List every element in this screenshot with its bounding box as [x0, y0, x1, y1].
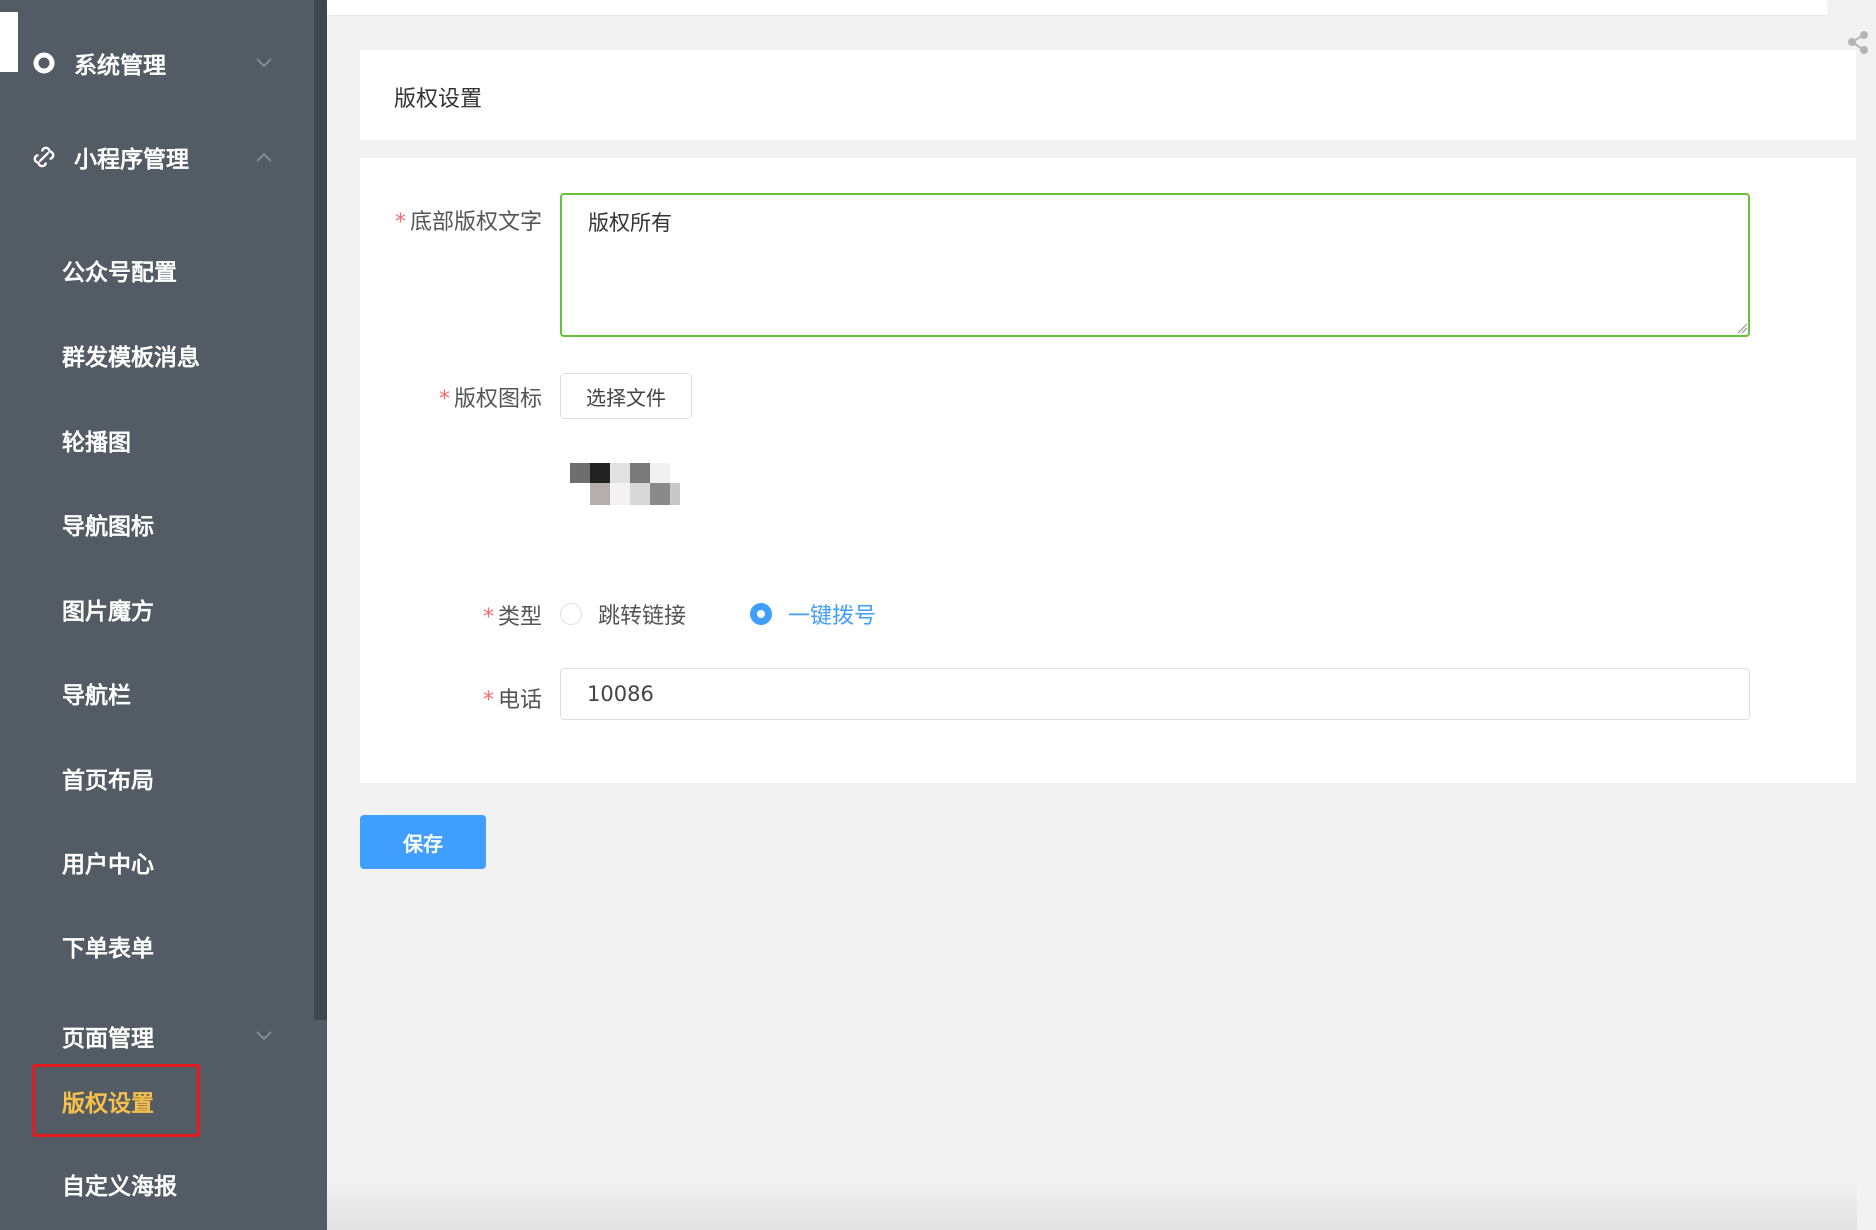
sidebar-item-nav-icons[interactable]: 导航图标 — [0, 494, 310, 554]
chevron-up-icon — [256, 152, 272, 162]
type-label: * 类型 — [382, 599, 542, 631]
sidebar-item-label: 下单表单 — [62, 936, 154, 962]
save-button[interactable]: 保存 — [360, 815, 486, 869]
label-text: 类型 — [497, 605, 542, 630]
radio-label: 一键拨号 — [788, 604, 877, 629]
choose-file-button[interactable]: 选择文件 — [560, 373, 692, 419]
sidebar-item-custom-poster[interactable]: 自定义海报 — [0, 1154, 310, 1214]
sidebar-item-order-form[interactable]: 下单表单 — [0, 916, 310, 976]
bottom-shade — [327, 1180, 1857, 1230]
label-text: 底部版权文字 — [409, 210, 542, 235]
phone-label: * 电话 — [382, 682, 542, 714]
radio-circle — [750, 603, 772, 625]
sidebar-group-system[interactable]: 系统管理 — [0, 33, 310, 93]
sidebar-item-user-center[interactable]: 用户中心 — [0, 832, 310, 892]
copyright-icon-preview[interactable] — [570, 463, 680, 505]
radio-one-click-dial[interactable]: 一键拨号 — [750, 598, 876, 630]
sidebar-group-label: 系统管理 — [74, 53, 166, 79]
copyright-text-input[interactable]: 版权所有 — [560, 193, 1750, 337]
sidebar-item-label: 首页布局 — [62, 768, 154, 794]
copyright-text-label: * 底部版权文字 — [382, 204, 542, 236]
copyright-icon-label: * 版权图标 — [382, 381, 542, 413]
copyright-form: * 底部版权文字 版权所有 * 版权图标 选择文件 * 类型 跳转链接 一键拨号 * 电… — [360, 158, 1856, 783]
sidebar-item-label: 轮播图 — [62, 430, 131, 456]
sidebar-item-nav-bar[interactable]: 导航栏 — [0, 663, 310, 723]
sidebar-item-label: 自定义海报 — [62, 1174, 177, 1200]
label-text: 电话 — [497, 688, 542, 713]
gear-circle-icon — [32, 51, 56, 75]
page-title: 版权设置 — [394, 87, 483, 112]
radio-circle — [560, 603, 582, 625]
link-icon — [32, 145, 56, 169]
sidebar: 系统管理 小程序管理 公众号配置 群发模板消息 轮播图 导航图标 图片魔方 导航… — [0, 0, 327, 1230]
required-mark: * — [438, 387, 450, 412]
phone-input[interactable] — [560, 668, 1750, 720]
label-text: 版权图标 — [453, 387, 542, 412]
sidebar-item-label: 导航栏 — [62, 683, 131, 709]
sidebar-item-label: 用户中心 — [62, 852, 154, 878]
sidebar-item-image-cube[interactable]: 图片魔方 — [0, 579, 310, 639]
sidebar-item-label: 导航图标 — [62, 514, 154, 540]
required-mark: * — [482, 605, 494, 630]
required-mark: * — [482, 688, 494, 713]
sidebar-item-label: 页面管理 — [62, 1026, 154, 1052]
chevron-down-icon — [256, 1031, 272, 1041]
highlight-annotation — [32, 1064, 200, 1137]
sidebar-scrollbar[interactable] — [314, 0, 327, 1020]
sidebar-item-label: 公众号配置 — [62, 260, 177, 286]
required-mark: * — [394, 210, 406, 235]
sidebar-item-page-management[interactable]: 页面管理 — [0, 1006, 310, 1066]
radio-jump-link[interactable]: 跳转链接 — [560, 598, 686, 630]
sidebar-group-miniprogram[interactable]: 小程序管理 — [0, 127, 310, 187]
chevron-down-icon — [256, 58, 272, 68]
page-header: 版权设置 — [360, 50, 1856, 140]
sidebar-item-carousel[interactable]: 轮播图 — [0, 410, 310, 470]
sidebar-item-official-account[interactable]: 公众号配置 — [0, 240, 310, 300]
sidebar-group-label: 小程序管理 — [74, 147, 189, 173]
radio-label: 跳转链接 — [598, 604, 687, 629]
sidebar-item-label: 群发模板消息 — [62, 345, 200, 371]
sidebar-item-template-message[interactable]: 群发模板消息 — [0, 325, 310, 385]
sidebar-item-label: 图片魔方 — [62, 599, 154, 625]
top-border — [327, 0, 1827, 16]
resize-handle-icon[interactable] — [1736, 322, 1748, 334]
sidebar-item-home-layout[interactable]: 首页布局 — [0, 748, 310, 808]
